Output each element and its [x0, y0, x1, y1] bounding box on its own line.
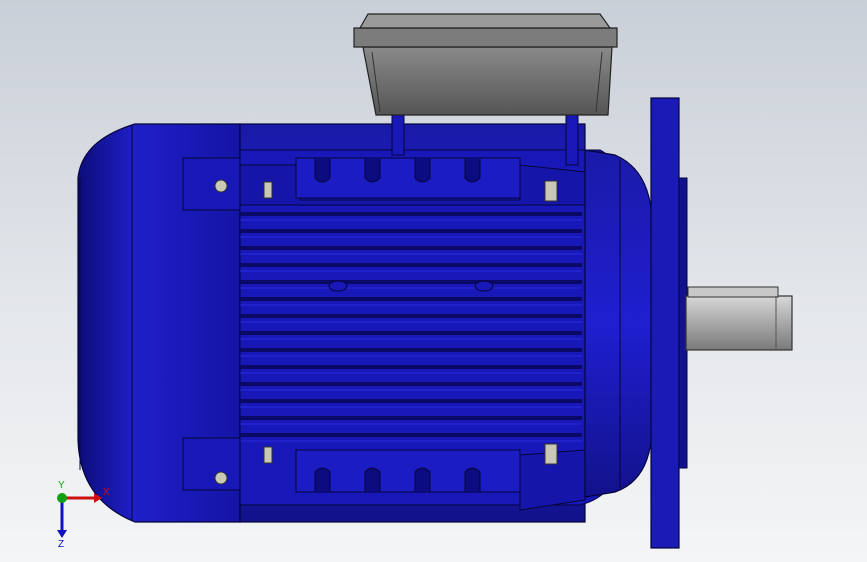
- output-shaft: [685, 286, 793, 351]
- axis-triad: X Y Z: [57, 480, 110, 548]
- screw-bottom-left: [214, 471, 228, 485]
- cooling-fin: [240, 399, 582, 403]
- cooling-fin: [240, 365, 582, 369]
- drive-end-shield: [584, 149, 653, 498]
- z-axis-arrow: [57, 498, 67, 538]
- flange: [650, 97, 688, 549]
- model-viewport[interactable]: [0, 0, 867, 562]
- cooling-fin: [240, 246, 582, 250]
- bolt-bottom-left: [263, 446, 273, 464]
- x-axis-label: X: [103, 487, 110, 498]
- cooling-fin: [240, 348, 582, 352]
- cooling-fin: [240, 416, 582, 420]
- cooling-fin: [240, 382, 582, 386]
- z-axis-label: Z: [58, 539, 64, 548]
- bolt-bottom-right: [544, 443, 558, 465]
- cooling-fin: [240, 433, 582, 437]
- cooling-fin: [240, 280, 582, 284]
- cooling-fin: [240, 229, 582, 233]
- screw-top-left: [214, 179, 228, 193]
- y-axis-label: Y: [58, 480, 65, 491]
- x-axis-arrow: [62, 493, 102, 503]
- cooling-fin: [240, 314, 582, 318]
- cooling-fin: [240, 263, 582, 267]
- y-axis-dot: [57, 493, 67, 503]
- cooling-fin: [240, 331, 582, 335]
- top-foot: [182, 157, 586, 211]
- cooling-fin: [240, 297, 582, 301]
- bolt-top-right: [544, 180, 558, 202]
- cooling-fin: [240, 212, 582, 216]
- bolt-top-left: [263, 181, 273, 199]
